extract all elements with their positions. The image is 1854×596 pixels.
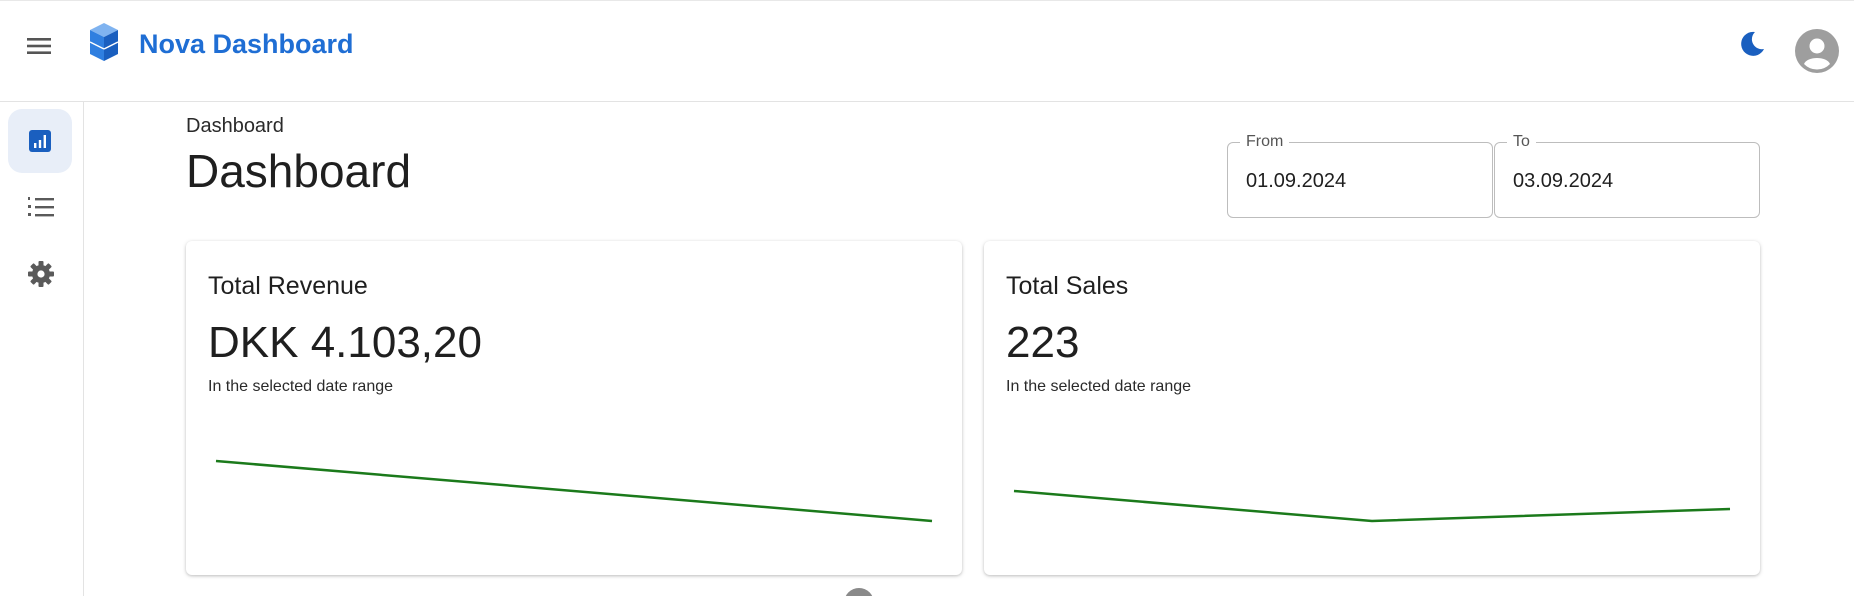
breadcrumb[interactable]: Dashboard: [186, 114, 284, 138]
page-title: Dashboard: [186, 145, 412, 197]
scroll-indicator[interactable]: [844, 588, 874, 596]
app-title[interactable]: Nova Dashboard: [139, 27, 354, 61]
to-date-field[interactable]: To 03.09.2024: [1494, 132, 1760, 218]
card-title: Total Sales: [1006, 272, 1129, 300]
sales-sparkline: [1013, 489, 1731, 523]
moon-icon[interactable]: [1735, 27, 1769, 61]
cube-stack-logo-icon: [86, 21, 122, 63]
total-sales-card: Total Sales 223 In the selected date ran…: [984, 241, 1760, 575]
total-revenue-card: Total Revenue DKK 4.103,20 In the select…: [186, 241, 962, 575]
from-date-field[interactable]: From 01.09.2024: [1227, 132, 1493, 218]
menu-icon[interactable]: [24, 31, 54, 61]
from-date-label: From: [1240, 132, 1290, 152]
from-date-value[interactable]: 01.09.2024: [1246, 169, 1346, 193]
to-date-value[interactable]: 03.09.2024: [1513, 169, 1613, 193]
bar-chart-icon: [29, 130, 51, 152]
top-app-bar: Nova Dashboard: [0, 0, 1854, 102]
sparkline-series: [215, 459, 933, 523]
to-date-label: To: [1507, 132, 1536, 152]
sparkline-series: [1013, 489, 1731, 523]
sidebar-item-settings[interactable]: [8, 241, 72, 305]
card-value: DKK 4.103,20: [208, 318, 482, 367]
numbered-list-icon: [28, 197, 54, 217]
revenue-sparkline: [215, 459, 933, 523]
sidebar-nav: [0, 102, 84, 596]
gear-icon: [28, 261, 54, 287]
sidebar-item-list[interactable]: [8, 175, 72, 239]
account-circle-icon[interactable]: [1795, 29, 1839, 73]
sidebar-item-dashboard[interactable]: [8, 109, 72, 173]
card-value: 223: [1006, 318, 1080, 367]
card-caption: In the selected date range: [208, 378, 394, 395]
card-caption: In the selected date range: [1006, 378, 1192, 395]
card-title: Total Revenue: [208, 272, 368, 300]
